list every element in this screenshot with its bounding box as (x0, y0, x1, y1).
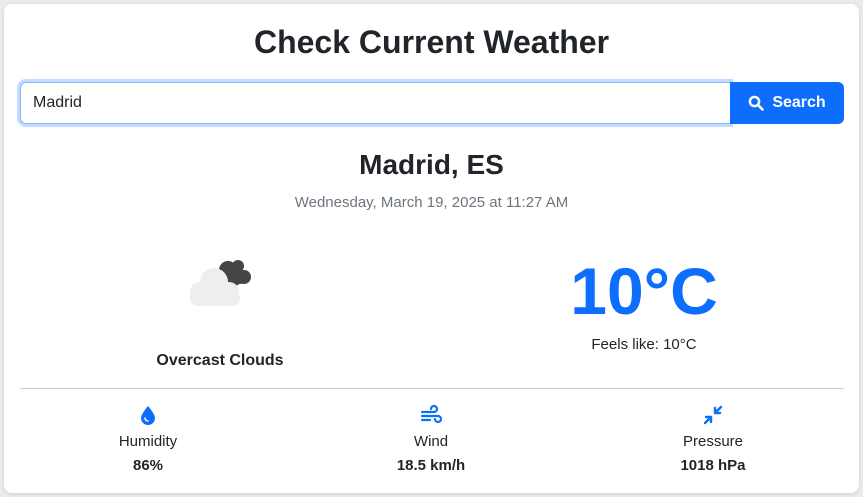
search-icon (748, 95, 765, 111)
temperature: 10°C (570, 254, 718, 328)
search-button-label: Search (772, 94, 826, 111)
droplet-icon (137, 404, 159, 426)
stat-label: Pressure (682, 433, 744, 450)
pressure-icon (702, 404, 724, 426)
stat-value: 86% (132, 457, 164, 474)
weather-card: Check Current Weather Search Madrid, ES … (4, 4, 859, 493)
wind-icon (420, 404, 443, 426)
stat-label: Humidity (118, 433, 178, 450)
search-input[interactable] (20, 82, 730, 124)
stat-humidity: Humidity 86% (48, 404, 248, 476)
search-button[interactable]: Search (730, 82, 844, 124)
date-time: Wednesday, March 19, 2025 at 11:27 AM (294, 194, 569, 211)
search-bar: Search (20, 82, 844, 124)
stat-value: 18.5 km/h (396, 457, 466, 474)
page-title: Check Current Weather (253, 24, 610, 60)
stat-label: Wind (413, 433, 449, 450)
stat-pressure: Pressure 1018 hPa (613, 404, 813, 476)
feels-like: Feels like: 10°C (591, 336, 697, 353)
overcast-clouds-icon (182, 254, 258, 310)
stat-wind: Wind 18.5 km/h (331, 404, 531, 476)
weather-condition: Overcast Clouds (156, 352, 284, 369)
stat-value: 1018 hPa (680, 457, 746, 474)
city-name: Madrid, ES (359, 149, 504, 180)
divider (20, 388, 844, 389)
